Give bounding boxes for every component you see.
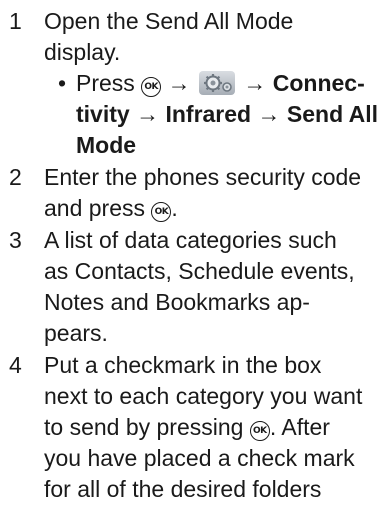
ok-key-icon: OK — [151, 202, 172, 222]
arrow-icon: → — [136, 101, 160, 127]
step-text: A list of data categories such — [44, 227, 337, 253]
step-number: 2 — [9, 164, 22, 190]
step-text: . After — [269, 414, 330, 440]
ok-key-icon: OK — [141, 77, 162, 97]
step-text: to send by pressing — [44, 414, 244, 440]
step-text: Notes and Bookmarks ap- — [44, 289, 310, 315]
step-text: as Contacts, Schedule events, — [44, 258, 355, 284]
menu-path: Mode — [76, 132, 137, 158]
step-text: Put a checkmark in the box — [44, 352, 322, 378]
step-number: 1 — [9, 8, 22, 34]
step-number: 3 — [9, 227, 22, 253]
step-text: you have placed a check mark — [44, 445, 355, 471]
arrow-icon: → — [257, 101, 281, 127]
step-text: display. — [44, 39, 121, 65]
bullet: • — [58, 70, 67, 96]
step-text: pears. — [44, 320, 108, 346]
menu-path: tivity — [76, 101, 130, 127]
step-1-substep: • Press OK → → Connec- tivity → Infrared… — [0, 68, 379, 164]
step-text: Enter the phones security code — [44, 164, 362, 190]
ok-key-icon: OK — [249, 421, 270, 441]
step-text: Open the Send All Mode — [44, 8, 294, 34]
settings-gear-icon — [198, 71, 235, 95]
instructions-page: 1 Open the Send All Mode display. • Press… — [0, 0, 379, 502]
step-text: . — [171, 195, 178, 221]
press-label: Press — [76, 70, 135, 96]
menu-path: Send All — [286, 101, 379, 127]
menu-path: Infrared — [165, 101, 252, 127]
arrow-icon: → — [167, 70, 191, 96]
step-text: and press — [44, 195, 146, 221]
step-number: 4 — [9, 352, 22, 378]
arrow-icon: → — [243, 70, 267, 96]
step-text: next to each category you want — [44, 383, 363, 409]
menu-path: Connec- — [272, 70, 365, 96]
